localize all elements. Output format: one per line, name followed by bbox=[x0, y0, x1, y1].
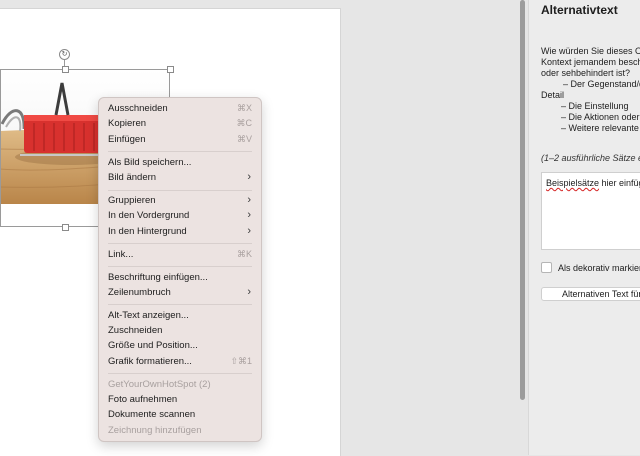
resize-handle-top[interactable] bbox=[62, 66, 69, 73]
alt-text-textarea[interactable]: Beispielsätze hier einfüge bbox=[541, 172, 640, 250]
textarea-content: Beispielsätze hier einfüge bbox=[546, 178, 640, 188]
menu-separator bbox=[108, 266, 252, 268]
menu-item-bild-ändern[interactable]: Bild ändern › bbox=[99, 171, 261, 186]
menu-item-ausschneiden[interactable]: Ausschneiden ⌘X bbox=[99, 102, 261, 117]
menu-item-dokumente-scannen[interactable]: Dokumente scannen bbox=[99, 408, 261, 423]
menu-item-label: Beschriftung einfügen... bbox=[108, 271, 208, 283]
resize-handle-top-right[interactable] bbox=[167, 66, 174, 73]
menu-shortcut: ⌘V bbox=[236, 133, 252, 144]
menu-item-in-den-hintergrund[interactable]: In den Hintergrund › bbox=[99, 225, 261, 240]
menu-item-label: Zeichnung hinzufügen bbox=[108, 424, 202, 436]
menu-item-label: Foto aufnehmen bbox=[108, 394, 178, 405]
decorative-checkbox-row[interactable]: Als dekorativ markiere bbox=[541, 262, 640, 273]
rotate-handle-icon[interactable]: ↻ bbox=[59, 49, 70, 60]
scrollbar-thumb[interactable] bbox=[520, 0, 525, 400]
menu-item-zeichnung-hinzufügen: Zeichnung hinzufügen bbox=[99, 424, 261, 439]
menu-item-label: Bild ändern bbox=[108, 171, 157, 183]
menu-item-zuschneiden[interactable]: Zuschneiden bbox=[99, 324, 261, 339]
textarea-rest: hier einfüge bbox=[601, 178, 640, 188]
menu-shortcut: ⌘X bbox=[236, 103, 252, 113]
resize-handle-bottom[interactable] bbox=[62, 224, 69, 231]
menu-item-grafik-formatieren[interactable]: Grafik formatieren... ⇧⌘1 bbox=[99, 355, 261, 370]
menu-item-alt-text-anzeigen[interactable]: Alt-Text anzeigen... bbox=[99, 309, 261, 324]
generate-alt-text-button[interactable]: Alternativen Text für bbox=[541, 287, 640, 301]
alt-text-pane: Alternativtext Wie würden Sie dieses Ob … bbox=[528, 0, 640, 455]
menu-separator bbox=[108, 304, 252, 306]
menu-item-label: Grafik formatieren... bbox=[108, 355, 192, 367]
decorative-checkbox-label: Als dekorativ markiere bbox=[558, 262, 640, 273]
menu-item-zeilenumbruch[interactable]: Zeilenumbruch › bbox=[99, 286, 261, 301]
menu-item-label: Link... bbox=[108, 248, 134, 260]
chevron-right-icon: › bbox=[247, 170, 251, 183]
desc-line: – Der Gegenstand/di bbox=[563, 79, 640, 89]
menu-separator bbox=[108, 151, 252, 153]
desc-line: Wie würden Sie dieses Ob bbox=[541, 46, 640, 56]
menu-item-label: Größe und Position... bbox=[108, 340, 198, 352]
menu-item-gruppieren[interactable]: Gruppieren › bbox=[99, 194, 261, 209]
menu-item-label: Ausschneiden bbox=[108, 103, 168, 114]
menu-item-label: Zuschneiden bbox=[108, 325, 163, 337]
menu-item-label: In den Hintergrund bbox=[108, 225, 187, 237]
chevron-right-icon: › bbox=[247, 193, 251, 206]
desc-line: Kontext jemandem besch bbox=[541, 57, 640, 67]
chevron-right-icon: › bbox=[247, 224, 251, 237]
menu-item-label: GetYourOwnHotSpot (2) bbox=[108, 378, 211, 390]
menu-item-kopieren[interactable]: Kopieren ⌘C bbox=[99, 117, 261, 132]
menu-item-label: In den Vordergrund bbox=[108, 210, 190, 222]
menu-item-größe-und-position[interactable]: Größe und Position... bbox=[99, 339, 261, 354]
menu-separator bbox=[108, 243, 252, 245]
desc-line: – Die Aktionen oder bbox=[561, 112, 640, 122]
misspelled-word: Beispielsätze bbox=[546, 178, 600, 188]
chevron-right-icon: › bbox=[247, 285, 251, 298]
context-menu: Ausschneiden ⌘X Kopieren ⌘C Einfügen ⌘V Als Bi… bbox=[98, 97, 262, 442]
menu-item-als-bild-speichern[interactable]: Als Bild speichern... bbox=[99, 156, 261, 171]
menu-separator bbox=[108, 189, 252, 191]
pane-title: Alternativtext bbox=[541, 3, 618, 17]
menu-shortcut: ⇧⌘1 bbox=[230, 355, 252, 366]
menu-item-label: Einfügen bbox=[108, 133, 146, 145]
desc-line: – Die Einstellung bbox=[561, 101, 629, 111]
chevron-right-icon: › bbox=[247, 209, 251, 222]
pane-description: Wie würden Sie dieses Ob Kontext jemande… bbox=[541, 46, 640, 134]
menu-item-getyourownhotspot-2: GetYourOwnHotSpot (2) bbox=[99, 378, 261, 393]
desc-line: oder sehbehindert ist? bbox=[541, 68, 631, 78]
menu-item-einfügen[interactable]: Einfügen ⌘V bbox=[99, 133, 261, 148]
menu-item-label: Zeilenumbruch bbox=[108, 286, 171, 298]
menu-item-in-den-vordergrund[interactable]: In den Vordergrund › bbox=[99, 209, 261, 224]
menu-item-link[interactable]: Link... ⌘K bbox=[99, 248, 261, 263]
menu-item-beschriftung-einfügen[interactable]: Beschriftung einfügen... bbox=[99, 271, 261, 286]
desc-line: – Weitere relevante I bbox=[561, 123, 640, 133]
menu-item-label: Gruppieren bbox=[108, 194, 156, 206]
menu-item-foto-aufnehmen[interactable]: Foto aufnehmen bbox=[99, 393, 261, 408]
menu-shortcut: ⌘C bbox=[236, 118, 253, 129]
desc-line: Detail bbox=[541, 90, 565, 100]
pane-hint: (1–2 ausführliche Sätze e bbox=[541, 153, 640, 163]
menu-item-label: Alt-Text anzeigen... bbox=[108, 309, 189, 321]
menu-shortcut: ⌘K bbox=[236, 248, 252, 259]
menu-item-label: Als Bild speichern... bbox=[108, 156, 192, 168]
decorative-checkbox[interactable] bbox=[541, 262, 552, 273]
menu-item-label: Dokumente scannen bbox=[108, 409, 196, 421]
menu-separator bbox=[108, 373, 252, 375]
menu-item-label: Kopieren bbox=[108, 118, 147, 130]
